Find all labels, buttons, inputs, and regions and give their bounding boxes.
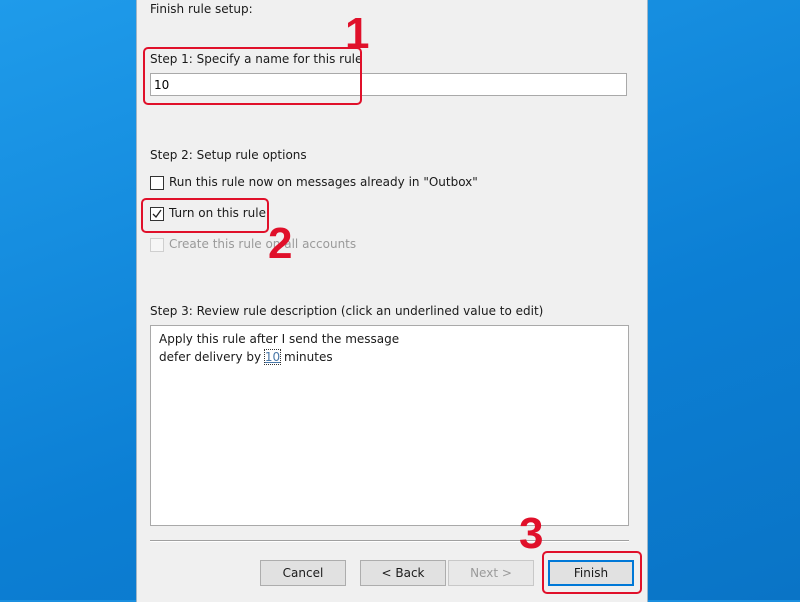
run-now-label[interactable]: Run this rule now on messages already in… (169, 175, 478, 189)
rule-description-box: Apply this rule after I send the message… (150, 325, 629, 526)
description-line-2-text: defer delivery by (159, 350, 262, 364)
page-title: Finish rule setup: (150, 2, 253, 16)
run-now-checkbox[interactable] (150, 176, 164, 190)
all-accounts-label: Create this rule on all accounts (169, 237, 357, 251)
back-button[interactable]: < Back (360, 560, 446, 586)
minutes-value-link[interactable]: 10 (263, 349, 282, 365)
cancel-button[interactable]: Cancel (260, 560, 346, 586)
highlight-turn-on (141, 198, 269, 233)
highlight-finish (542, 551, 642, 594)
all-accounts-checkbox (150, 238, 164, 252)
separator (150, 540, 629, 542)
annotation-3: 3 (519, 509, 544, 558)
description-line-1: Apply this rule after I send the message (159, 332, 400, 346)
highlight-step1 (143, 47, 362, 105)
next-button: Next > (448, 560, 534, 586)
annotation-2: 2 (268, 219, 293, 268)
annotation-1: 1 (345, 9, 370, 58)
step3-label: Step 3: Review rule description (click a… (150, 304, 544, 318)
step2-label: Step 2: Setup rule options (150, 148, 307, 162)
description-line-2-suffix: minutes (284, 350, 333, 364)
